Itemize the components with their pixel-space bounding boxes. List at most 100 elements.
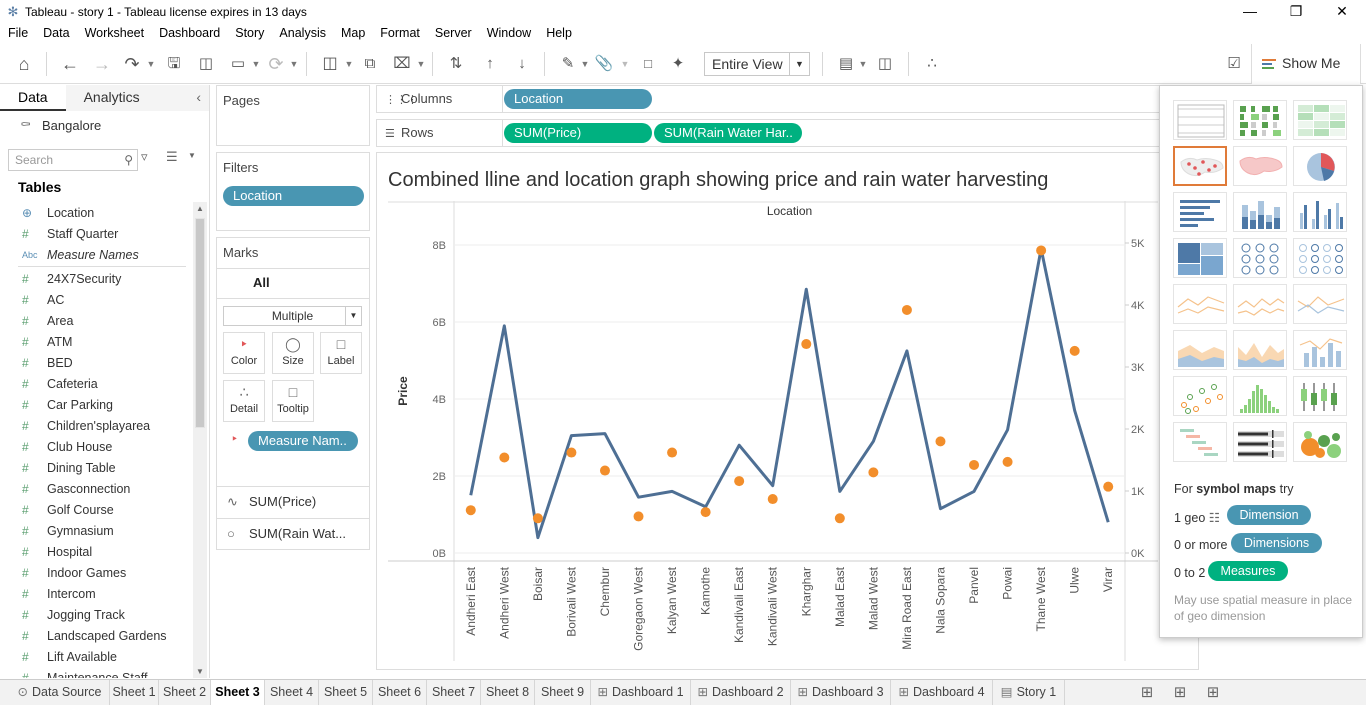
menu-map[interactable]: Map	[341, 26, 365, 40]
save-icon[interactable]: 🖫	[162, 53, 186, 75]
chevron-down-icon[interactable]: ▼	[620, 53, 630, 75]
show-cards-icon[interactable]: ▤	[834, 53, 858, 75]
box-whisker-thumb[interactable]	[1293, 376, 1347, 416]
tab-data[interactable]: Data	[0, 85, 66, 111]
rain-water-point[interactable]	[532, 513, 543, 524]
field-item[interactable]: # Lift Available	[0, 646, 192, 667]
rows-pill-rain-water[interactable]: SUM(Rain Water Har..	[654, 123, 802, 143]
filter-icon[interactable]: ▿	[141, 149, 148, 165]
field-item[interactable]: # AC	[0, 289, 192, 310]
field-list-scrollbar[interactable]: ▲ ▼	[193, 202, 207, 678]
scrollbar-thumb[interactable]	[195, 218, 205, 428]
collapse-pane-icon[interactable]: ‹	[196, 85, 201, 109]
side-by-side-circles-thumb[interactable]	[1293, 238, 1347, 278]
new-datasource-icon[interactable]: ◫	[194, 53, 218, 75]
chevron-down-icon[interactable]: ▼	[251, 53, 261, 75]
tooltip-button[interactable]: □ Tooltip	[272, 380, 314, 422]
field-item[interactable]: # Landscaped Gardens	[0, 625, 192, 646]
menu-data[interactable]: Data	[43, 26, 69, 40]
treemap-thumb[interactable]	[1173, 238, 1227, 278]
group-members-icon[interactable]: 📎	[594, 53, 614, 75]
rain-water-point[interactable]	[566, 447, 577, 458]
field-item[interactable]: #24X7Security	[0, 268, 192, 289]
field-item[interactable]: # ATM	[0, 331, 192, 352]
menu-help[interactable]: Help	[546, 26, 572, 40]
sheet-tab[interactable]: Sheet 1	[110, 680, 159, 705]
sort-descending-icon[interactable]: ↓	[510, 53, 534, 75]
marks-measure-price[interactable]: ∿ SUM(Price)	[217, 486, 369, 517]
filter-pill-location[interactable]: Location	[223, 186, 364, 206]
new-worksheet-icon[interactable]: ◫	[318, 53, 342, 75]
field-item[interactable]: # Indoor Games	[0, 562, 192, 583]
dual-combination-thumb[interactable]	[1293, 330, 1347, 370]
marks-measure-rain[interactable]: ○ SUM(Rain Wat...	[217, 518, 369, 549]
close-button[interactable]: ✕	[1319, 0, 1365, 23]
rain-water-point[interactable]	[935, 436, 946, 447]
rain-water-point[interactable]	[801, 339, 812, 350]
rain-water-point[interactable]	[1002, 456, 1013, 467]
search-input[interactable]: Search ⚲	[8, 149, 138, 171]
continuous-lines-thumb[interactable]	[1173, 284, 1227, 324]
sheet-tab[interactable]: ⊞ Dashboard 4	[891, 680, 993, 705]
refresh-icon[interactable]: ⟳	[264, 53, 288, 75]
share-icon[interactable]: ∴	[920, 53, 944, 75]
field-item[interactable]: # Gasconnection	[0, 478, 192, 499]
field-item[interactable]: # Dining Table	[0, 457, 192, 478]
packed-bubbles-thumb[interactable]	[1293, 422, 1347, 462]
filled-map-thumb[interactable]	[1233, 146, 1287, 186]
rain-water-point[interactable]	[599, 465, 610, 476]
sheet-tab[interactable]: Sheet 4	[265, 680, 319, 705]
rain-water-point[interactable]	[1103, 481, 1114, 492]
histogram-thumb[interactable]	[1233, 376, 1287, 416]
scroll-down-icon[interactable]: ▼	[193, 667, 207, 676]
columns-shelf[interactable]: ⋮⋮⋮Columns Location	[376, 85, 1160, 113]
heat-map-thumb[interactable]	[1233, 100, 1287, 140]
menu-window[interactable]: Window	[487, 26, 531, 40]
dual-lines-thumb[interactable]	[1293, 284, 1347, 324]
menu-dashboard[interactable]: Dashboard	[159, 26, 220, 40]
scroll-up-icon[interactable]: ▲	[193, 204, 207, 213]
stacked-bars-thumb[interactable]	[1233, 192, 1287, 232]
sheet-tab[interactable]: ⊙ Data Source	[10, 680, 110, 705]
field-item[interactable]: # Intercom	[0, 583, 192, 604]
sheet-tab[interactable]: ⊞ Dashboard 3	[791, 680, 891, 705]
sheet-tab[interactable]: ⊞ Dashboard 2	[691, 680, 791, 705]
restore-button[interactable]: ❐	[1273, 0, 1319, 23]
show-me-button[interactable]: Show Me	[1251, 44, 1361, 84]
duplicate-sheet-icon[interactable]: ⧉	[358, 53, 382, 75]
undo-icon[interactable]: ←	[58, 53, 82, 75]
mark-type-dropdown[interactable]: Multiple ▼	[223, 306, 362, 326]
show-mark-labels-icon[interactable]: □	[636, 53, 660, 75]
chevron-down-icon[interactable]: ▼	[188, 151, 196, 160]
menu-server[interactable]: Server	[435, 26, 472, 40]
scatter-plot-thumb[interactable]	[1173, 376, 1227, 416]
sheet-tab[interactable]: Sheet 7	[427, 680, 481, 705]
field-item[interactable]: # Hospital	[0, 541, 192, 562]
columns-pill-location[interactable]: Location	[504, 89, 652, 109]
rows-pill-price[interactable]: SUM(Price)	[504, 123, 652, 143]
menu-story[interactable]: Story	[235, 26, 264, 40]
highlight-table-thumb[interactable]	[1293, 100, 1347, 140]
new-worksheet-icon[interactable]: ⊞	[1132, 680, 1162, 705]
field-item[interactable]: ⊕ Location	[0, 202, 192, 223]
field-item[interactable]: # Cafeteria	[0, 373, 192, 394]
field-item[interactable]: # Car Parking	[0, 394, 192, 415]
sheet-tab[interactable]: Sheet 3	[211, 680, 265, 705]
bullet-graph-thumb[interactable]	[1233, 422, 1287, 462]
rain-water-point[interactable]	[633, 511, 644, 522]
home-icon[interactable]: ⌂	[12, 53, 36, 75]
chevron-down-icon[interactable]: ▼	[289, 53, 299, 75]
horizontal-bars-thumb[interactable]	[1173, 192, 1227, 232]
sheet-tab[interactable]: Sheet 5	[319, 680, 373, 705]
new-dashboard-icon[interactable]: ⊞	[1165, 680, 1195, 705]
filters-card[interactable]: Filters Location	[216, 152, 370, 231]
fit-dropdown[interactable]: Entire View ▼	[704, 52, 810, 76]
fix-axes-icon[interactable]: ✦	[666, 53, 690, 75]
swap-rows-columns-icon[interactable]: ⇅	[444, 53, 468, 75]
replay-icon[interactable]: ↷	[120, 53, 144, 75]
rain-water-point[interactable]	[734, 476, 745, 487]
text-table-thumb[interactable]	[1173, 100, 1227, 140]
field-item[interactable]: # Golf Course	[0, 499, 192, 520]
rain-water-point[interactable]	[700, 507, 711, 518]
rain-water-point[interactable]	[969, 459, 980, 470]
